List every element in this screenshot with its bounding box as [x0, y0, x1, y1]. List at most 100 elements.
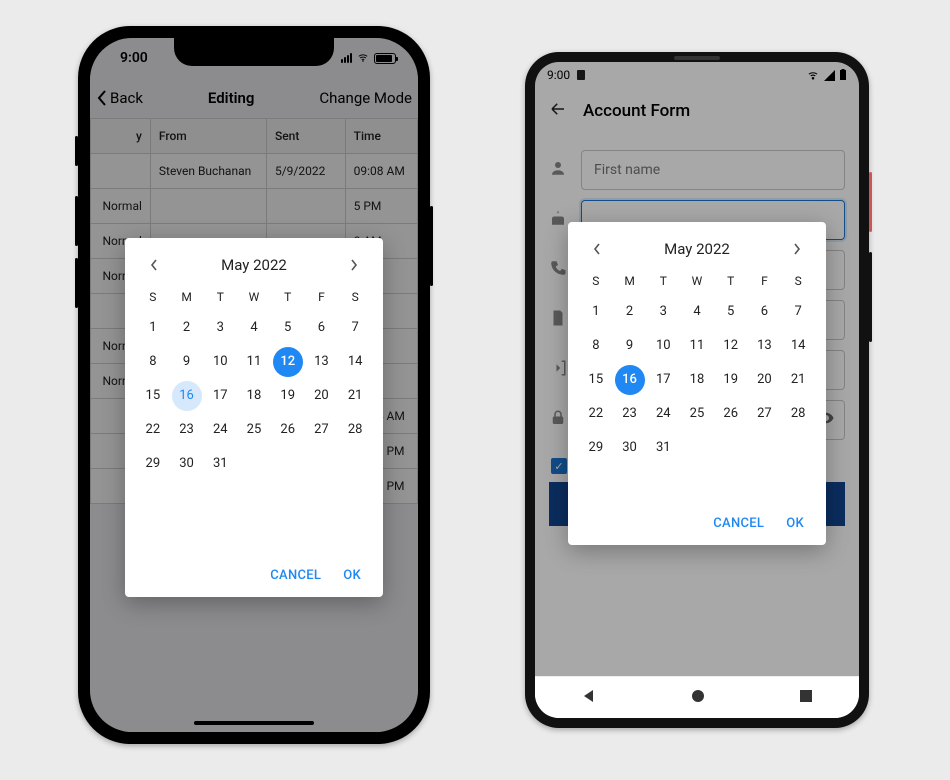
next-month-button[interactable] [786, 238, 808, 260]
android-nav-bar [535, 676, 859, 718]
next-month-button[interactable] [343, 254, 365, 276]
calendar-day[interactable]: 27 [749, 399, 779, 429]
calendar-day[interactable]: 19 [273, 381, 303, 411]
calendar-day[interactable]: 14 [340, 347, 370, 377]
calendar-day[interactable]: 6 [749, 297, 779, 327]
ok-button[interactable]: OK [786, 516, 804, 531]
calendar-day[interactable]: 5 [716, 297, 746, 327]
calendar-day[interactable]: 20 [306, 381, 336, 411]
iphone-notch [174, 38, 334, 66]
calendar-day[interactable]: 31 [648, 433, 678, 463]
calendar-day-of-week: S [580, 268, 612, 294]
calendar-day[interactable]: 23 [172, 415, 202, 445]
calendar-day[interactable]: 16 [172, 381, 202, 411]
calendar-day-of-week: W [681, 268, 713, 294]
calendar-day[interactable]: 18 [682, 365, 712, 395]
calendar-day[interactable]: 22 [581, 399, 611, 429]
calendar-day[interactable]: 19 [716, 365, 746, 395]
calendar-day-of-week: F [749, 268, 781, 294]
calendar-day[interactable]: 23 [615, 399, 645, 429]
calendar-day[interactable]: 7 [783, 297, 813, 327]
calendar-day[interactable]: 17 [205, 381, 235, 411]
ok-button[interactable]: OK [343, 568, 361, 583]
prev-month-button[interactable] [586, 238, 608, 260]
calendar-day[interactable]: 1 [581, 297, 611, 327]
calendar-day[interactable]: 25 [682, 399, 712, 429]
calendar-day[interactable]: 4 [239, 313, 269, 343]
iphone-screen: 9:00 Back Editing Change Mode y From Sen… [90, 38, 418, 732]
android-screen: 9:00 Account Form [535, 62, 859, 718]
calendar-month-label[interactable]: May 2022 [221, 256, 287, 274]
square-icon [799, 689, 813, 703]
android-frame: 9:00 Account Form [525, 52, 869, 728]
calendar-day[interactable]: 26 [273, 415, 303, 445]
calendar-day[interactable]: 4 [682, 297, 712, 327]
calendar-day[interactable]: 30 [615, 433, 645, 463]
calendar-day[interactable]: 21 [340, 381, 370, 411]
calendar-day[interactable]: 28 [783, 399, 813, 429]
calendar-day[interactable]: 30 [172, 449, 202, 479]
calendar-day[interactable]: 5 [273, 313, 303, 343]
cancel-button[interactable]: CANCEL [270, 568, 321, 583]
calendar-day[interactable]: 22 [138, 415, 168, 445]
calendar-day-of-week: T [647, 268, 679, 294]
calendar-day[interactable]: 13 [306, 347, 336, 377]
calendar-day[interactable]: 8 [581, 331, 611, 361]
calendar-day-of-week: T [204, 284, 236, 310]
calendar-day[interactable]: 9 [172, 347, 202, 377]
calendar-month-label[interactable]: May 2022 [664, 240, 730, 258]
calendar-day[interactable]: 25 [239, 415, 269, 445]
calendar-day[interactable]: 15 [581, 365, 611, 395]
calendar-day[interactable]: 20 [749, 365, 779, 395]
calendar-day[interactable]: 3 [648, 297, 678, 327]
calendar-day[interactable]: 28 [340, 415, 370, 445]
calendar-day[interactable]: 24 [648, 399, 678, 429]
calendar-day[interactable]: 27 [306, 415, 336, 445]
date-picker: May 2022 SMTWTFS123456789101112131415161… [125, 238, 383, 597]
calendar-day[interactable]: 11 [239, 347, 269, 377]
cancel-button[interactable]: CANCEL [713, 516, 764, 531]
calendar-day[interactable]: 12 [716, 331, 746, 361]
calendar-day-of-week: T [715, 268, 747, 294]
calendar-day[interactable]: 18 [239, 381, 269, 411]
calendar-day[interactable]: 29 [138, 449, 168, 479]
calendar-day[interactable]: 3 [205, 313, 235, 343]
nav-back-button[interactable] [581, 688, 597, 708]
calendar-day[interactable]: 29 [581, 433, 611, 463]
calendar-day[interactable]: 17 [648, 365, 678, 395]
calendar-day[interactable]: 7 [340, 313, 370, 343]
calendar-day[interactable]: 2 [615, 297, 645, 327]
prev-month-button[interactable] [143, 254, 165, 276]
calendar-day-of-week: S [782, 268, 814, 294]
chevron-right-icon [349, 258, 359, 272]
calendar-day[interactable]: 10 [205, 347, 235, 377]
triangle-left-icon [581, 688, 597, 704]
calendar-day[interactable]: 10 [648, 331, 678, 361]
calendar-day-of-week: M [171, 284, 203, 310]
calendar-day[interactable]: 1 [138, 313, 168, 343]
calendar-day[interactable]: 26 [716, 399, 746, 429]
calendar-day-of-week: S [339, 284, 371, 310]
calendar-day[interactable]: 16 [615, 365, 645, 395]
iphone-frame: 9:00 Back Editing Change Mode y From Sen… [78, 26, 430, 744]
nav-recent-button[interactable] [799, 688, 813, 707]
home-indicator[interactable] [194, 721, 314, 725]
calendar-day[interactable]: 12 [273, 347, 303, 377]
calendar-day[interactable]: 21 [783, 365, 813, 395]
calendar-day[interactable]: 8 [138, 347, 168, 377]
calendar-day[interactable]: 11 [682, 331, 712, 361]
nav-home-button[interactable] [690, 688, 706, 708]
calendar-day[interactable]: 13 [749, 331, 779, 361]
chevron-right-icon [792, 242, 802, 256]
calendar-day[interactable]: 24 [205, 415, 235, 445]
calendar-day[interactable]: 15 [138, 381, 168, 411]
calendar-day-of-week: S [137, 284, 169, 310]
date-picker: May 2022 SMTWTFS123456789101112131415161… [568, 222, 826, 545]
calendar-day[interactable]: 6 [306, 313, 336, 343]
chevron-left-icon [149, 258, 159, 272]
calendar-day[interactable]: 31 [205, 449, 235, 479]
calendar-day[interactable]: 2 [172, 313, 202, 343]
calendar-day[interactable]: 14 [783, 331, 813, 361]
circle-icon [690, 688, 706, 704]
calendar-day[interactable]: 9 [615, 331, 645, 361]
